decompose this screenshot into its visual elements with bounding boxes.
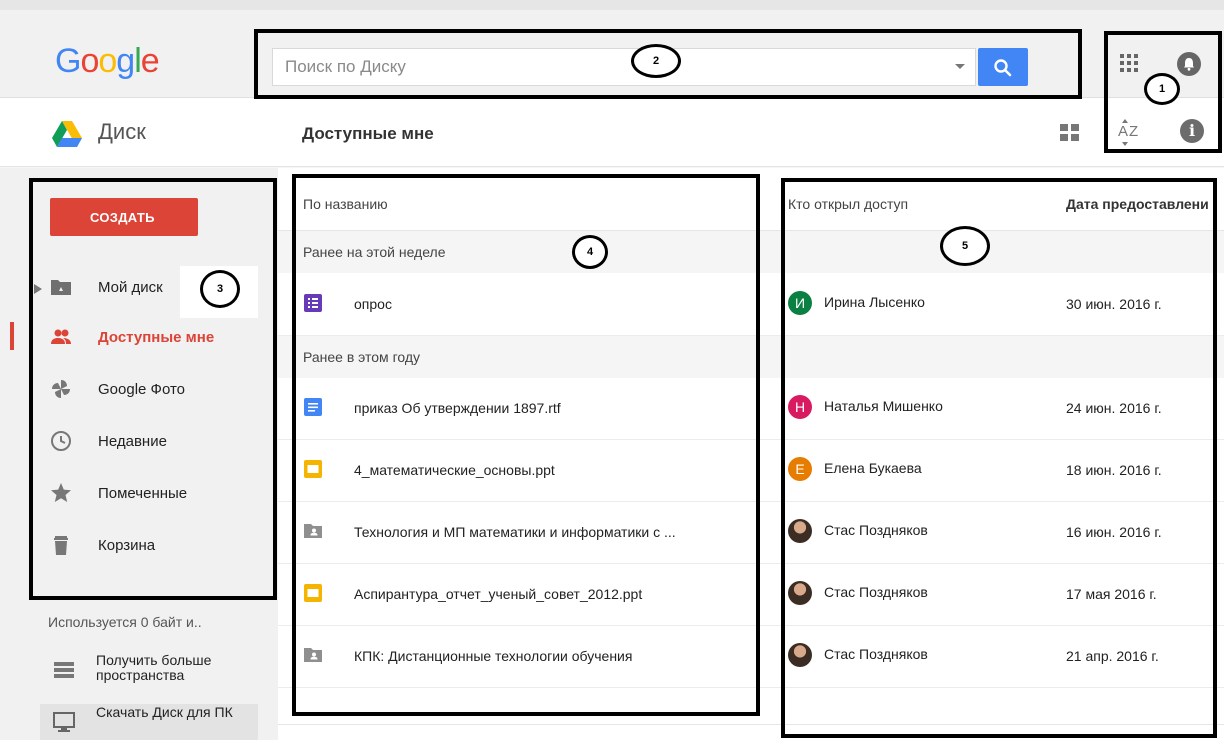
annotation-label-3: 3 [200,270,240,308]
monitor-icon [53,712,75,732]
annotation-label-2: 2 [631,44,681,78]
drive-logo-icon[interactable] [52,121,82,147]
storage-usage[interactable]: Используется 0 байт и.. [48,614,202,630]
logo-letter: o [80,42,99,80]
annotation-box-3 [29,178,277,600]
drive-toolbar: Диск Доступные мне AZ i [0,99,1224,167]
annotation-label-1: 1 [1144,73,1180,105]
annotation-box-5 [781,178,1217,738]
logo-letter: o [98,42,117,80]
get-more-storage-link[interactable]: Получить больше пространства [40,652,258,692]
drive-title[interactable]: Диск [98,119,146,145]
annotation-label-5: 5 [940,226,990,266]
annotation-box-4 [292,174,760,716]
more-storage-label: Получить больше пространства [96,652,212,683]
storage-icon [54,662,74,678]
page-title: Доступные мне [302,124,434,143]
grid-view-icon[interactable] [1059,123,1081,143]
browser-top-strip [0,0,1224,10]
logo-letter: e [140,42,160,80]
active-indicator [10,322,14,350]
download-label: Скачать Диск для ПК [96,704,233,720]
logo-letter: G [55,42,81,80]
google-logo[interactable]: Google [55,42,160,81]
annotation-label-4: 4 [572,235,608,269]
download-drive-link[interactable]: Скачать Диск для ПК [40,704,258,740]
logo-letter: g [116,42,135,80]
